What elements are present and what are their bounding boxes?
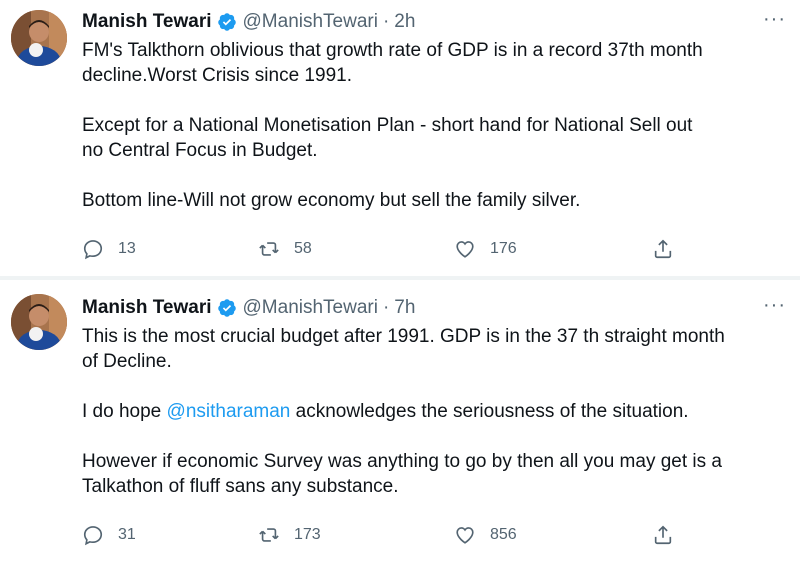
share-button[interactable]	[652, 238, 674, 260]
retweet-icon	[259, 528, 279, 542]
timestamp[interactable]: 2h	[394, 11, 415, 33]
more-icon[interactable]: ···	[763, 9, 786, 29]
like-count: 856	[490, 526, 517, 543]
tweet-line: decline.Worst Crisis since 1991.	[82, 65, 352, 86]
tweet-line: of Decline.	[82, 351, 172, 372]
tweet-line: Talkathon of fluff sans any substance.	[82, 476, 399, 497]
author-handle[interactable]: @ManishTewari	[243, 11, 378, 33]
tweet-line: However if economic Survey was anything …	[82, 451, 722, 472]
tweet-actions: 13 58 176	[82, 238, 682, 264]
like-button[interactable]: 176	[454, 238, 517, 260]
author-name[interactable]: Manish Tewari	[82, 297, 212, 319]
retweet-count: 58	[294, 240, 312, 257]
like-button[interactable]: 856	[454, 524, 517, 546]
retweet-icon	[259, 242, 279, 256]
tweet-line: Except for a National Monetisation Plan …	[82, 115, 693, 136]
retweet-count: 173	[294, 526, 321, 543]
separator-dot: ·	[382, 11, 390, 32]
reply-button[interactable]: 31	[82, 524, 136, 546]
reply-count: 31	[118, 526, 136, 543]
like-icon	[456, 241, 474, 258]
tweet-text: FM's Talkthorn oblivious that growth rat…	[82, 38, 788, 213]
tweet-text-part: I do hope	[82, 401, 167, 422]
share-icon	[654, 525, 672, 545]
tweet-2[interactable]: Manish Tewari @ManishTewari · 7h ··· Thi…	[0, 280, 800, 562]
tweet-actions: 31 173 856	[82, 524, 682, 550]
tweet-text: This is the most crucial budget after 19…	[82, 324, 788, 499]
separator-dot: ·	[382, 297, 390, 318]
retweet-button[interactable]: 58	[258, 238, 312, 260]
more-icon[interactable]: ···	[763, 295, 786, 315]
reply-button[interactable]: 13	[82, 238, 136, 260]
tweet-line: Bottom line-Will not grow economy but se…	[82, 190, 581, 211]
verified-badge-icon	[217, 12, 237, 32]
avatar[interactable]	[11, 10, 67, 66]
tweet-text-part: acknowledges the seriousness of the situ…	[290, 401, 689, 422]
tweet-line: This is the most crucial budget after 19…	[82, 326, 725, 347]
avatar[interactable]	[11, 294, 67, 350]
author-name[interactable]: Manish Tewari	[82, 11, 212, 33]
tweet-line: FM's Talkthorn oblivious that growth rat…	[82, 40, 703, 61]
reply-icon	[83, 240, 103, 260]
tweet-line: I do hope @nsitharaman acknowledges the …	[82, 399, 788, 424]
verified-badge-icon	[217, 298, 237, 318]
like-count: 176	[490, 240, 517, 257]
retweet-button[interactable]: 173	[258, 524, 321, 546]
reply-count: 13	[118, 240, 136, 257]
author-handle[interactable]: @ManishTewari	[243, 297, 378, 319]
tweet-header: Manish Tewari @ManishTewari · 7h	[82, 296, 415, 320]
tweet-1[interactable]: Manish Tewari @ManishTewari · 2h ··· FM'…	[0, 0, 800, 276]
tweet-header: Manish Tewari @ManishTewari · 2h	[82, 10, 415, 34]
share-icon	[654, 239, 672, 259]
tweet-line: no Central Focus in Budget.	[82, 140, 318, 161]
mention-link[interactable]: @nsitharaman	[167, 401, 291, 422]
like-icon	[456, 527, 474, 544]
share-button[interactable]	[652, 524, 674, 546]
reply-icon	[83, 526, 103, 546]
timestamp[interactable]: 7h	[394, 297, 415, 319]
